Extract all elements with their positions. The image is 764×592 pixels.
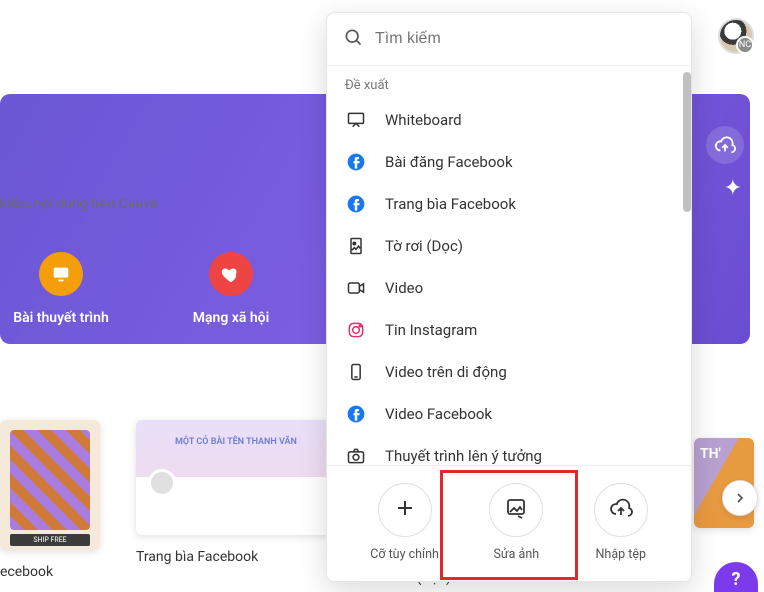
suggestion-label: Whiteboard	[385, 111, 462, 129]
scrollbar[interactable]	[683, 66, 691, 464]
template-row: SHIP FREE ecebook MỘT CỎ BÀI TÊN THANH V…	[0, 420, 336, 580]
suggestion-facebook-cover[interactable]: Trang bìa Facebook	[327, 183, 691, 225]
template-label: ecebook	[0, 564, 100, 580]
hero-title: ảm ơn bạn vì là 1 của	[0, 20, 322, 60]
search-icon	[343, 27, 375, 51]
panel-actions-row: Cỡ tùy chỉnh Sửa ảnh Nhập tệp	[327, 465, 691, 581]
template-label: Trang bìa Facebook	[136, 549, 336, 565]
image-icon	[504, 496, 528, 524]
avatar[interactable]: NC	[718, 18, 754, 54]
suggestion-video[interactable]: Video	[327, 267, 691, 309]
category-social[interactable]: Mạng xã hội	[176, 252, 286, 326]
panel-heading: Đề xuất	[327, 66, 691, 99]
plus-icon	[393, 496, 417, 524]
category-presentation[interactable]: Bài thuyết trình	[6, 252, 116, 326]
facebook-icon	[345, 193, 367, 215]
action-label: Nhập tệp	[594, 547, 648, 562]
template-peek-text: TH'	[700, 446, 721, 462]
suggestion-label: Trang bìa Facebook	[385, 195, 516, 213]
video-icon	[345, 277, 367, 299]
suggestion-video-facebook[interactable]: Video Facebook	[327, 393, 691, 435]
action-import-file[interactable]: Nhập tệp	[594, 483, 648, 562]
suggestion-flyer[interactable]: Tờ rơi (Dọc)	[327, 225, 691, 267]
help-icon: ?	[732, 569, 741, 590]
avatar-badge: NC	[736, 36, 754, 54]
camera-icon	[345, 445, 367, 464]
suggestion-label: Tin Instagram	[385, 321, 477, 339]
action-edit-photo[interactable]: Sửa ảnh	[489, 483, 543, 562]
suggestion-label: Thuyết trình lên ý tưởng	[385, 447, 542, 464]
create-dropdown-panel: Đề xuất Whiteboard Bài đăng Facebook Tra…	[326, 12, 692, 582]
help-fab[interactable]: ?	[714, 562, 758, 592]
sparkle-icon: ✦	[724, 176, 742, 201]
suggestion-label: Video trên di động	[385, 363, 507, 381]
category-label: Bài thuyết trình	[6, 310, 116, 326]
template-banner-text: MỘT CỎ BÀI TÊN THANH VĂN	[136, 420, 336, 464]
template-card[interactable]: SHIP FREE ecebook	[0, 420, 100, 580]
suggestion-facebook-post[interactable]: Bài đăng Facebook	[327, 141, 691, 183]
suggestion-label: Bài đăng Facebook	[385, 153, 513, 171]
suggestion-label: Video Facebook	[385, 405, 492, 423]
mobile-icon	[345, 361, 367, 383]
scrollbar-thumb[interactable]	[683, 72, 691, 212]
upload-icon	[609, 496, 633, 524]
facebook-icon	[345, 403, 367, 425]
suggestion-whiteboard[interactable]: Whiteboard	[327, 99, 691, 141]
category-label: Mạng xã hội	[176, 310, 286, 326]
whiteboard-icon	[345, 109, 367, 131]
scroll-right-button[interactable]	[722, 480, 758, 516]
flyer-icon	[345, 235, 367, 257]
action-label: Sửa ảnh	[489, 547, 543, 562]
action-custom-size[interactable]: Cỡ tùy chỉnh	[370, 483, 439, 562]
facebook-icon	[345, 151, 367, 173]
template-card[interactable]: MỘT CỎ BÀI TÊN THANH VĂN Trang bìa Faceb…	[136, 420, 336, 580]
upload-shortcut-button[interactable]	[706, 126, 744, 164]
suggestion-instagram-story[interactable]: Tin Instagram	[327, 309, 691, 351]
hero-search-hint[interactable]: kiếm nội dung trên Canva	[0, 196, 158, 212]
instagram-icon	[345, 319, 367, 341]
suggestion-mobile-video[interactable]: Video trên di động	[327, 351, 691, 393]
suggestion-brainstorm-presentation[interactable]: Thuyết trình lên ý tưởng	[327, 435, 691, 464]
suggestion-label: Tờ rơi (Dọc)	[385, 237, 463, 255]
suggestion-label: Video	[385, 279, 423, 297]
panel-search-row[interactable]	[327, 13, 691, 66]
action-label: Cỡ tùy chỉnh	[370, 547, 439, 562]
template-caption: SHIP FREE	[10, 534, 90, 546]
search-input[interactable]	[375, 30, 675, 48]
